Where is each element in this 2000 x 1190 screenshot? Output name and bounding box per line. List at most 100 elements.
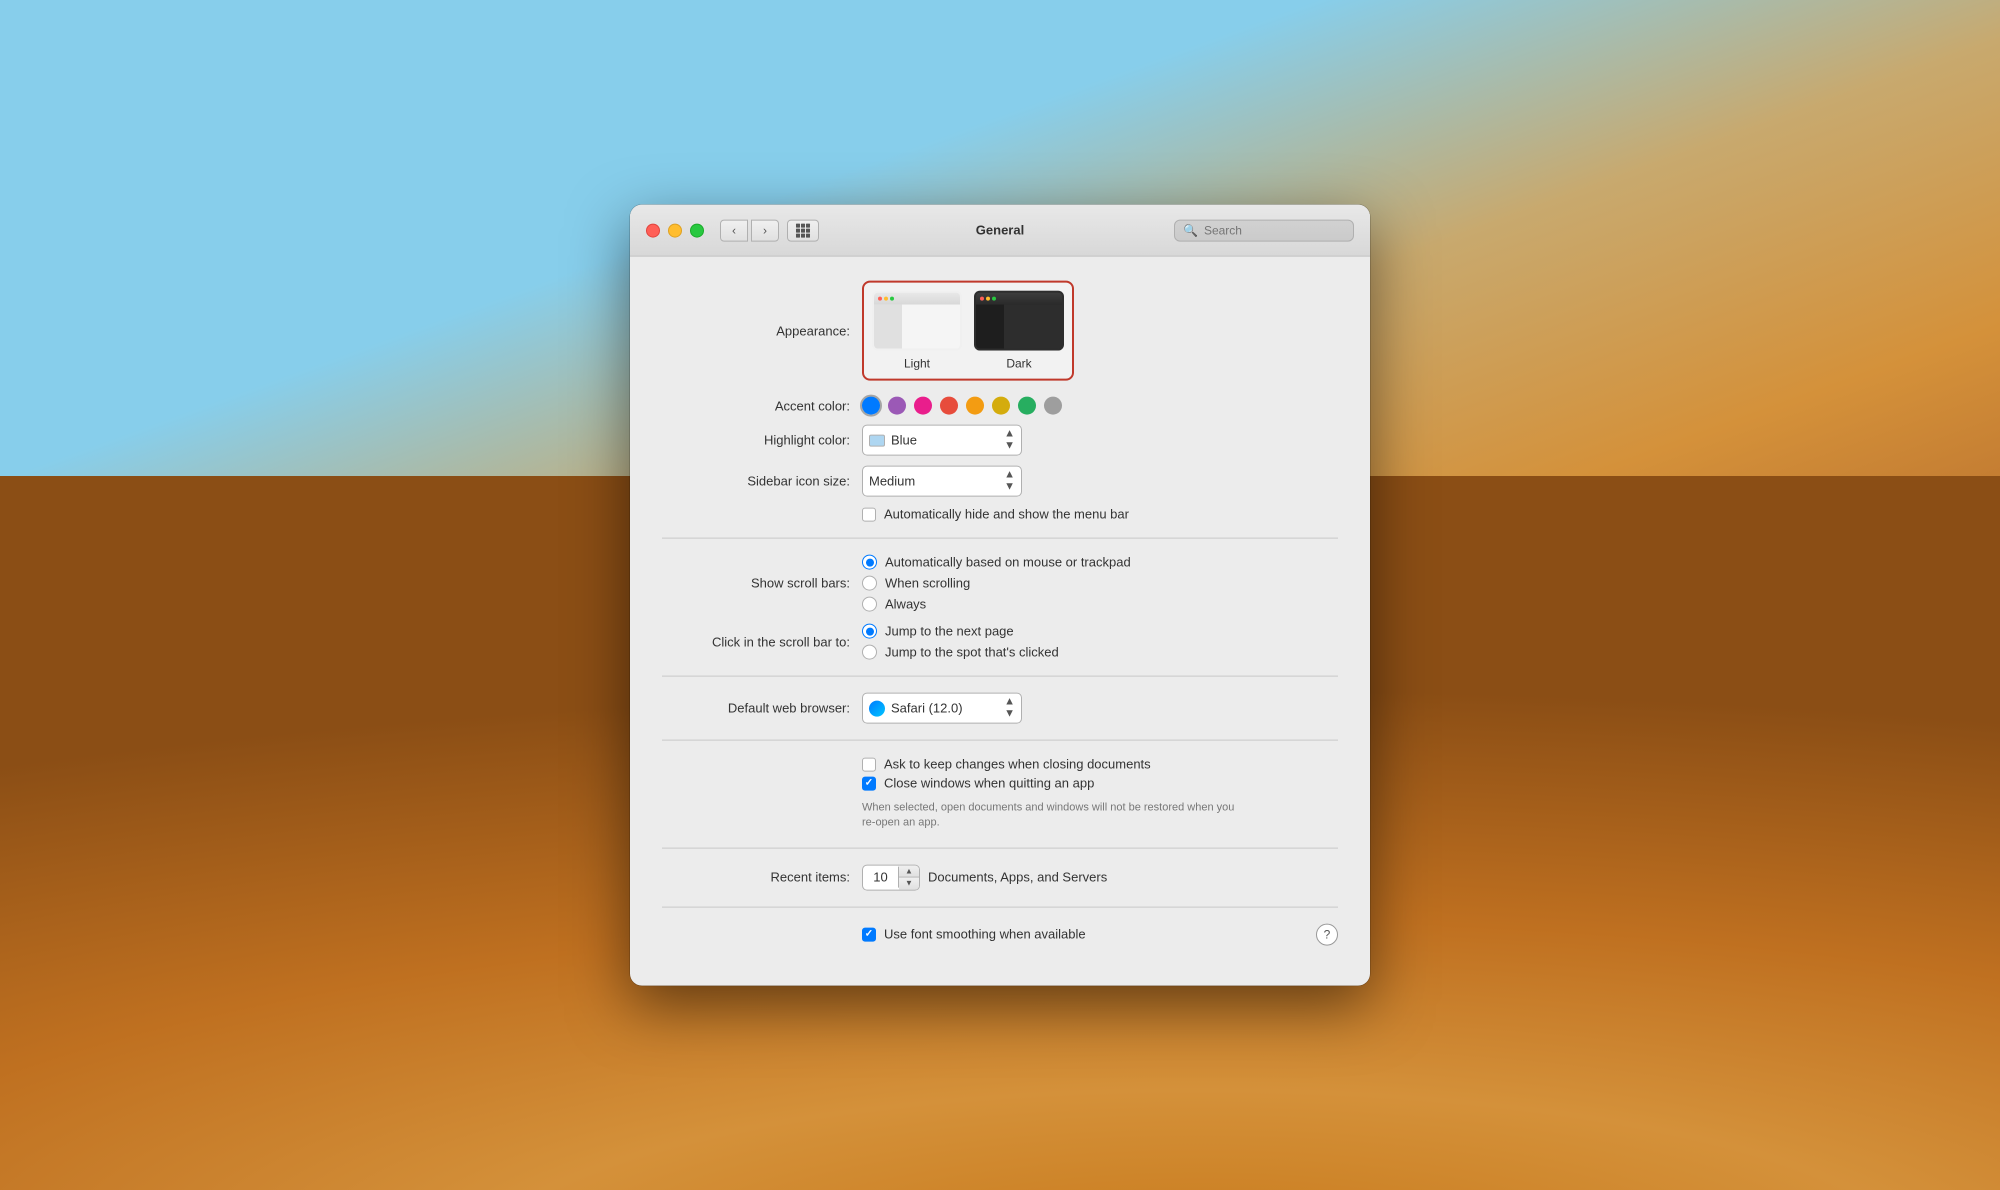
forward-button[interactable]: › [751, 219, 779, 241]
document-checkboxes: Ask to keep changes when closing documen… [862, 757, 1151, 791]
click-spot-label: Jump to the spot that's clicked [885, 645, 1059, 660]
scroll-scrolling-option[interactable]: When scrolling [862, 576, 1131, 591]
recent-items-row: Recent items: 10 ▲ ▼ Documents, Apps, an… [662, 864, 1338, 890]
click-scroll-options: Jump to the next page Jump to the spot t… [862, 624, 1059, 660]
appearance-label: Appearance: [662, 323, 862, 338]
sidebar-icon-size-label: Sidebar icon size: [662, 474, 862, 489]
browser-arrow-icon: ▲▼ [1004, 697, 1015, 720]
sidebar-size-arrow-icon: ▲▼ [1004, 470, 1015, 493]
scroll-scrolling-label: When scrolling [885, 576, 970, 591]
scroll-scrolling-radio[interactable] [862, 576, 877, 591]
nav-buttons: ‹ › [720, 219, 779, 241]
click-spot-option[interactable]: Jump to the spot that's clicked [862, 645, 1059, 660]
click-next-page-label: Jump to the next page [885, 624, 1014, 639]
stepper-buttons: ▲ ▼ [899, 865, 919, 889]
divider-3 [662, 740, 1338, 741]
browser-label: Default web browser: [662, 701, 862, 716]
forward-icon: › [763, 223, 767, 237]
browser-dropdown[interactable]: Safari (12.0) ▲▼ [862, 693, 1022, 724]
zoom-button[interactable] [690, 223, 704, 237]
menu-bar-checkbox-item[interactable]: Automatically hide and show the menu bar [862, 507, 1129, 522]
appearance-dark-label: Dark [1006, 357, 1031, 371]
divider-1 [662, 538, 1338, 539]
scroll-auto-option[interactable]: Automatically based on mouse or trackpad [862, 555, 1131, 570]
close-button[interactable] [646, 223, 660, 237]
titlebar: ‹ › General 🔍 [630, 205, 1370, 257]
recent-items-label: Recent items: [662, 870, 862, 885]
appearance-dark-option[interactable]: Dark [974, 291, 1064, 371]
click-next-page-option[interactable]: Jump to the next page [862, 624, 1059, 639]
safari-icon [869, 700, 885, 716]
font-smoothing-row: Use font smoothing when available ? [662, 923, 1338, 961]
stepper-up-button[interactable]: ▲ [899, 865, 919, 877]
scroll-auto-radio[interactable] [862, 555, 877, 570]
font-smoothing-label: Use font smoothing when available [884, 927, 1086, 942]
divider-2 [662, 676, 1338, 677]
accent-color-label: Accent color: [662, 398, 862, 413]
accent-yellow[interactable] [992, 397, 1010, 415]
sidebar-icon-size-dropdown[interactable]: Medium ▲▼ [862, 466, 1022, 497]
highlight-color-label: Highlight color: [662, 433, 862, 448]
appearance-light-option[interactable]: Light [872, 291, 962, 371]
search-input[interactable] [1204, 223, 1345, 237]
menu-bar-checkbox[interactable] [862, 507, 876, 521]
minimize-button[interactable] [668, 223, 682, 237]
window-title: General [976, 223, 1024, 238]
accent-red[interactable] [940, 397, 958, 415]
scroll-always-label: Always [885, 597, 926, 612]
click-scroll-label: Click in the scroll bar to: [662, 634, 862, 649]
close-windows-item[interactable]: Close windows when quitting an app [862, 776, 1151, 791]
accent-color-row: Accent color: [662, 397, 1338, 415]
ask-changes-label: Ask to keep changes when closing documen… [884, 757, 1151, 772]
recent-items-value: 10 [863, 867, 899, 888]
scroll-auto-label: Automatically based on mouse or trackpad [885, 555, 1131, 570]
click-spot-radio[interactable] [862, 645, 877, 660]
help-button[interactable]: ? [1316, 923, 1338, 945]
recent-items-stepper[interactable]: 10 ▲ ▼ [862, 864, 920, 890]
help-icon: ? [1324, 927, 1331, 941]
accent-colors [862, 397, 1062, 415]
font-smoothing-item[interactable]: Use font smoothing when available [862, 927, 1086, 942]
highlight-color-swatch [869, 434, 885, 446]
accent-blue[interactable] [862, 397, 880, 415]
search-icon: 🔍 [1183, 223, 1198, 237]
ask-changes-checkbox[interactable] [862, 757, 876, 771]
scroll-always-radio[interactable] [862, 597, 877, 612]
highlight-color-value: Blue [891, 433, 917, 448]
font-smoothing-checkbox[interactable] [862, 927, 876, 941]
close-windows-checkbox[interactable] [862, 776, 876, 790]
accent-orange[interactable] [966, 397, 984, 415]
preferences-window: ‹ › General 🔍 Appearance: [630, 205, 1370, 986]
accent-graphite[interactable] [1044, 397, 1062, 415]
appearance-light-label: Light [904, 357, 930, 371]
click-scroll-row: Click in the scroll bar to: Jump to the … [662, 624, 1338, 660]
grid-icon [796, 223, 810, 237]
scroll-bars-options: Automatically based on mouse or trackpad… [862, 555, 1131, 612]
sidebar-icon-size-row: Sidebar icon size: Medium ▲▼ [662, 466, 1338, 497]
appearance-section: Appearance: Light [662, 281, 1338, 381]
divider-5 [662, 906, 1338, 907]
recent-items-suffix: Documents, Apps, and Servers [928, 870, 1107, 885]
accent-pink[interactable] [914, 397, 932, 415]
dropdown-arrow-icon: ▲▼ [1004, 429, 1015, 452]
scroll-bars-label: Show scroll bars: [662, 576, 862, 591]
accent-purple[interactable] [888, 397, 906, 415]
scroll-always-option[interactable]: Always [862, 597, 1131, 612]
grid-view-button[interactable] [787, 219, 819, 241]
click-next-page-radio[interactable] [862, 624, 877, 639]
traffic-lights [646, 223, 704, 237]
highlight-color-dropdown[interactable]: Blue ▲▼ [862, 425, 1022, 456]
accent-green[interactable] [1018, 397, 1036, 415]
close-windows-subtext: When selected, open documents and window… [862, 801, 1242, 832]
back-button[interactable]: ‹ [720, 219, 748, 241]
menu-bar-checkbox-label: Automatically hide and show the menu bar [884, 507, 1129, 522]
search-box[interactable]: 🔍 [1174, 219, 1354, 241]
stepper-down-button[interactable]: ▼ [899, 877, 919, 889]
browser-row: Default web browser: Safari (12.0) ▲▼ [662, 693, 1338, 724]
scroll-bars-row: Show scroll bars: Automatically based on… [662, 555, 1338, 612]
ask-changes-item[interactable]: Ask to keep changes when closing documen… [862, 757, 1151, 772]
appearance-dark-thumbnail [974, 291, 1064, 351]
menu-bar-row: Automatically hide and show the menu bar [662, 507, 1338, 522]
browser-value: Safari (12.0) [891, 701, 963, 716]
back-icon: ‹ [732, 223, 736, 237]
